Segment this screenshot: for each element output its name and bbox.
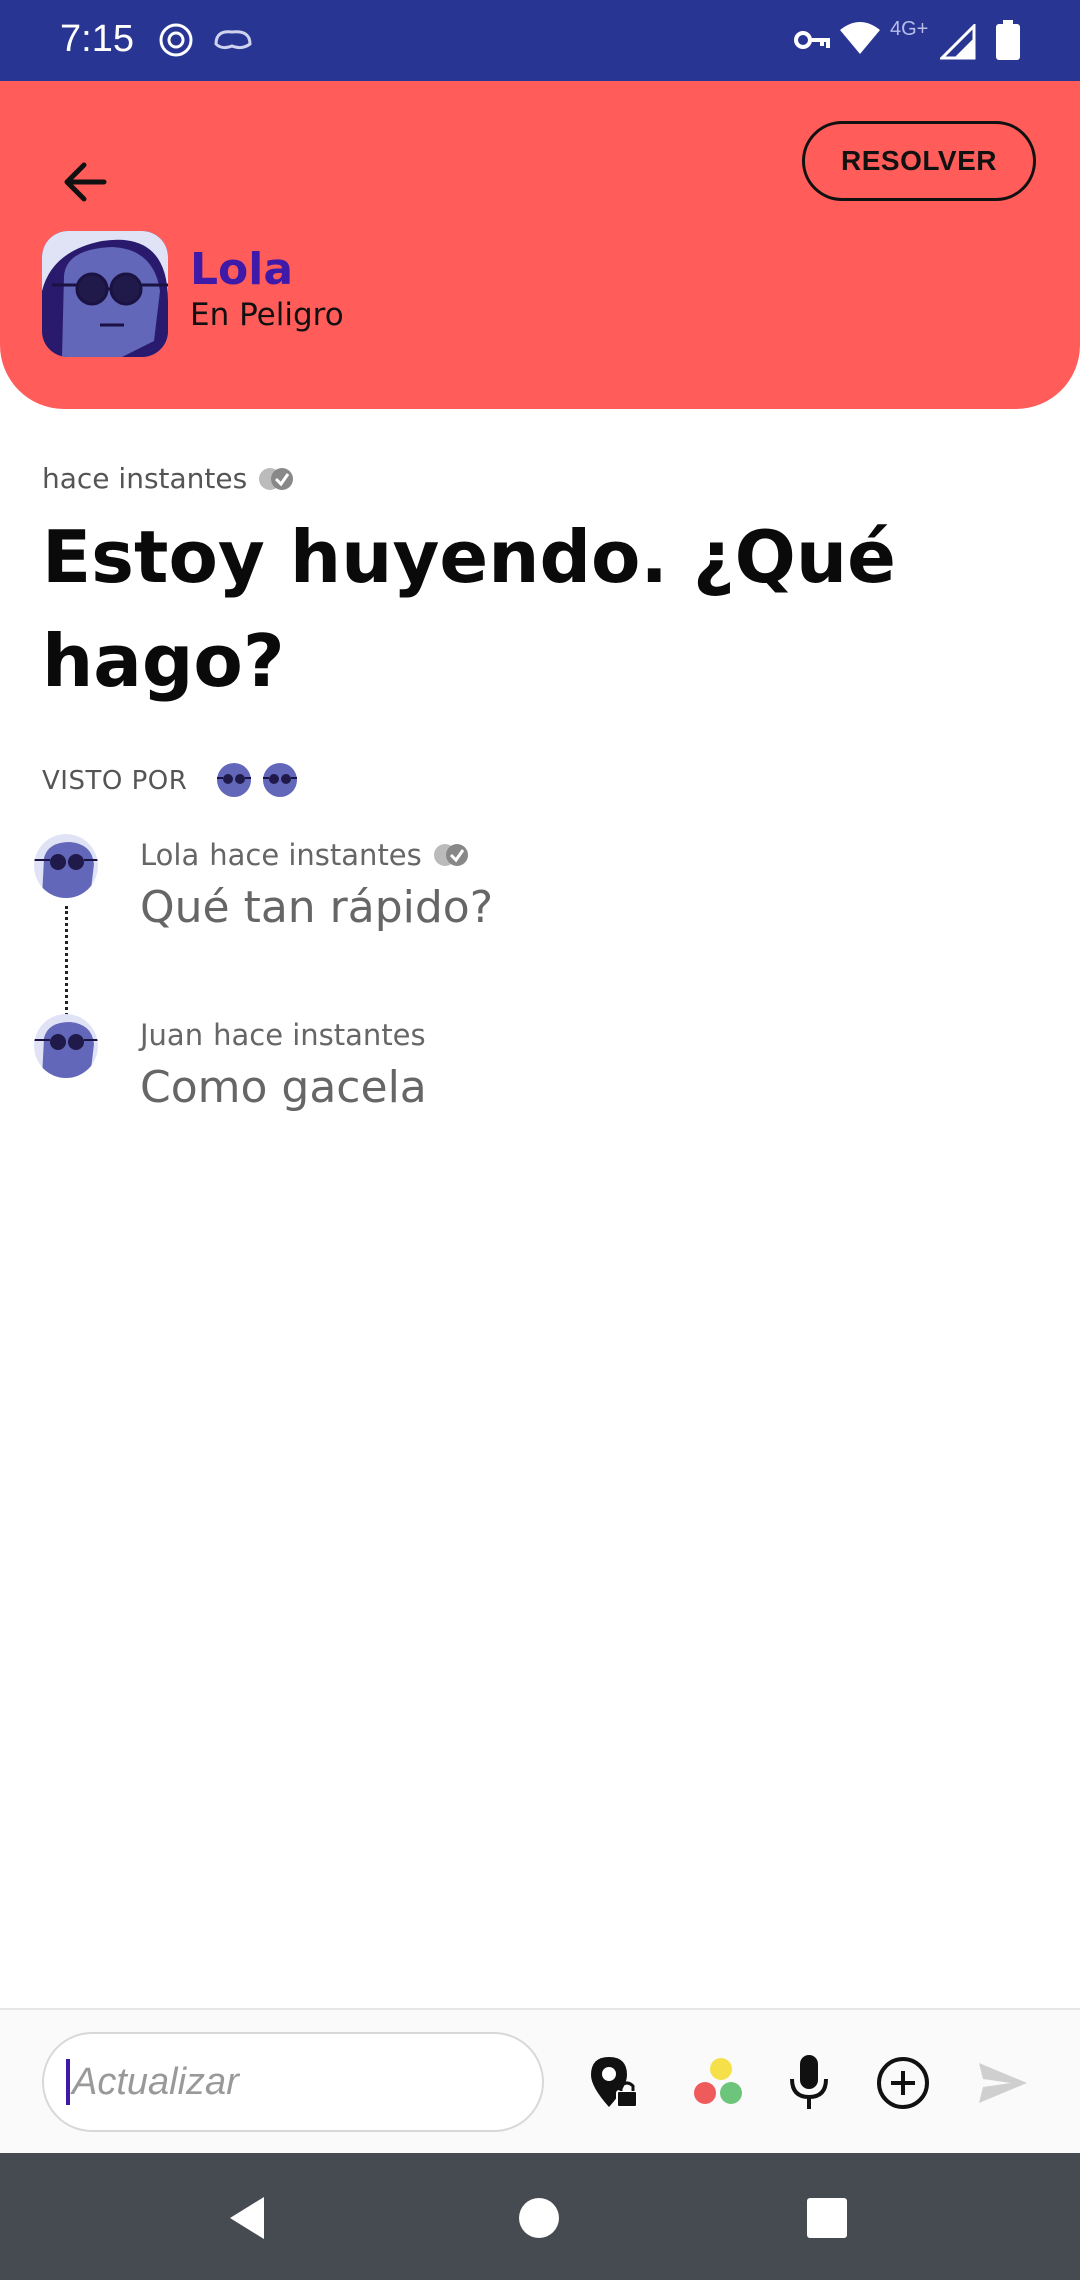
colors-icon — [694, 2058, 742, 2104]
nav-recents-button[interactable] — [802, 2193, 852, 2243]
alert-header: RESOLVER Lola En Peligro — [0, 81, 1080, 409]
seen-by-avatars — [216, 762, 298, 798]
seen-avatar — [217, 763, 251, 797]
system-nav-bar — [0, 2153, 1080, 2280]
home-circle-icon — [519, 2198, 559, 2238]
reply-text: Como gacela — [140, 1062, 427, 1113]
update-input-placeholder: Actualizar — [72, 2060, 239, 2103]
status-time: 7:15 — [60, 18, 134, 60]
back-button[interactable] — [52, 147, 122, 217]
seen-avatar — [263, 763, 297, 797]
resolve-button[interactable]: RESOLVER — [802, 121, 1036, 201]
recents-square-icon — [807, 2198, 847, 2238]
add-button[interactable] — [868, 2048, 938, 2118]
avatar-face-icon — [42, 231, 168, 357]
battery-icon — [996, 20, 1020, 64]
signal-icon — [938, 22, 976, 64]
composer-bar: Actualizar — [0, 2008, 1080, 2155]
reply-avatar[interactable] — [34, 1014, 98, 1078]
reply-author: Lola — [140, 838, 200, 872]
reply-author: Juan — [140, 1018, 204, 1052]
send-button[interactable] — [968, 2048, 1038, 2118]
reply-time: hace instantes — [213, 1018, 426, 1052]
location-lock-button[interactable] — [580, 2048, 650, 2118]
seen-by-label: VISTO POR — [42, 766, 188, 796]
openai-icon — [156, 20, 196, 64]
double-check-icon — [259, 467, 294, 490]
add-circle-icon — [877, 2057, 929, 2109]
main-message: Estoy huyendo. ¿Qué hago? — [42, 515, 896, 703]
microphone-button[interactable] — [774, 2048, 844, 2118]
avatar-face-icon — [34, 834, 98, 898]
status-bar: 7:15 4G+ — [0, 0, 1080, 81]
user-status: En Peligro — [190, 297, 344, 333]
arrow-left-icon — [64, 162, 107, 202]
vpn-key-icon — [792, 22, 832, 62]
nav-home-button[interactable] — [514, 2193, 564, 2243]
wifi-icon — [838, 20, 882, 60]
reply-avatar[interactable] — [34, 834, 98, 898]
location-lock-icon — [591, 2057, 638, 2108]
nav-back-button[interactable] — [224, 2193, 274, 2243]
send-icon — [979, 2063, 1027, 2103]
user-name: Lola — [190, 244, 294, 295]
message-meta: hace instantes — [42, 462, 295, 495]
microphone-icon — [790, 2055, 828, 2109]
reply-time: hace instantes — [209, 838, 422, 872]
reply-meta: Juan hace instantes — [140, 1018, 426, 1052]
back-triangle-icon — [230, 2197, 264, 2239]
network-type: 4G+ — [890, 18, 929, 40]
text-caret — [66, 2059, 70, 2105]
double-check-icon — [433, 844, 468, 866]
brain-icon — [212, 26, 254, 58]
message-time: hace instantes — [42, 462, 248, 495]
avatar-face-icon — [34, 1014, 98, 1078]
reply-meta: Lola hace instantes — [140, 838, 470, 872]
thread-connector — [65, 906, 68, 1016]
update-input[interactable]: Actualizar — [42, 2032, 544, 2132]
reply-text: Qué tan rápido? — [140, 882, 494, 933]
status-colors-button[interactable] — [682, 2048, 752, 2118]
avatar[interactable] — [42, 231, 168, 357]
